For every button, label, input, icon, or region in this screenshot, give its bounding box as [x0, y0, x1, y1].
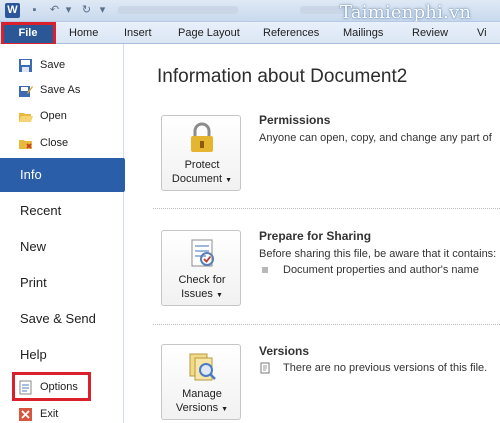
button-label-line1: Check for [178, 274, 226, 286]
word-app-icon[interactable]: W [5, 3, 20, 18]
tab-home[interactable]: Home [69, 22, 98, 44]
sidebar-item-recent[interactable]: Recent [0, 194, 124, 228]
tab-review[interactable]: Review [412, 22, 448, 44]
sharing-heading: Prepare for Sharing [259, 229, 372, 243]
button-label-line1: Protect [184, 159, 220, 171]
redo-icon[interactable]: ↻ [80, 4, 93, 17]
sidebar-item-help[interactable]: Help [0, 338, 124, 372]
save-icon [19, 59, 32, 72]
undo-icon[interactable]: ↶ [48, 4, 61, 17]
watermark: Taimienphi.vn [340, 2, 472, 23]
permissions-heading: Permissions [259, 113, 331, 127]
sidebar-item-label: Open [40, 110, 67, 122]
versions-heading: Versions [259, 344, 310, 358]
customize-qat-icon[interactable]: ▾ [96, 4, 109, 17]
checklist-icon [191, 239, 214, 267]
versions-icon [189, 353, 216, 381]
button-label-line1: Manage [182, 388, 222, 400]
sidebar-item-open[interactable]: Open [0, 103, 124, 129]
file-tab-highlight [1, 22, 56, 46]
sidebar-item-save-send[interactable]: Save & Send [0, 302, 124, 336]
check-for-issues-button[interactable]: Check for Issues ▼ [161, 230, 241, 306]
sharing-bullet-text: Document properties and author's name [283, 264, 479, 276]
sidebar-item-save[interactable]: Save [0, 52, 124, 78]
folder-close-icon [19, 140, 32, 149]
sidebar-item-close[interactable]: Close [0, 130, 124, 156]
lock-icon [191, 122, 213, 152]
tab-view[interactable]: Vi [477, 22, 487, 44]
manage-versions-button[interactable]: Manage Versions ▼ [161, 344, 241, 420]
sidebar-item-label: Close [40, 137, 69, 149]
save-icon[interactable]: ▪ [28, 4, 41, 17]
sidebar-item-label: Save As [40, 84, 81, 96]
versions-description: There are no previous versions of this f… [283, 362, 488, 374]
folder-open-icon [19, 113, 33, 122]
chevron-down-icon: ▼ [215, 292, 223, 299]
sidebar-item-info[interactable]: Info [0, 158, 135, 192]
sidebar-item-new[interactable]: New [0, 230, 124, 264]
sidebar-item-print[interactable]: Print [0, 266, 124, 300]
page-title: Information about Document2 [157, 66, 408, 87]
chevron-down-icon: ▼ [221, 406, 229, 413]
sidebar-item-label: Exit [40, 408, 59, 420]
protect-document-button[interactable]: Protect Document ▼ [161, 115, 241, 191]
info-panel: Information about Document2 Protect Docu… [125, 44, 500, 423]
chevron-down-icon: ▼ [225, 177, 233, 184]
sidebar-item-exit[interactable]: Exit [0, 401, 124, 423]
window-title [118, 6, 238, 14]
dropdown-icon[interactable]: ▾ [62, 4, 75, 17]
section-divider [153, 208, 500, 209]
bullet-icon [262, 267, 268, 273]
tab-mailings[interactable]: Mailings [343, 22, 383, 44]
sidebar-item-save-as[interactable]: Save As [0, 77, 124, 103]
backstage-sidebar: Save Save As Open Close Info Recent New … [0, 44, 135, 423]
button-label-line2: Document ▼ [171, 173, 233, 185]
sidebar-item-label: Save [40, 59, 66, 71]
section-divider [153, 324, 500, 325]
save-as-icon [19, 86, 33, 97]
document-icon [260, 362, 270, 374]
tab-insert[interactable]: Insert [124, 22, 152, 44]
button-label-line2: Versions ▼ [175, 402, 229, 414]
sharing-description: Before sharing this file, be aware that … [259, 248, 497, 260]
ribbon-tabs: File Home Insert Page Layout References … [0, 22, 500, 44]
permissions-description: Anyone can open, copy, and change any pa… [259, 132, 492, 144]
title-bar: W ▪ ↶ ▾ ↻ ▾ Taimienphi.vn [0, 0, 500, 23]
tab-references[interactable]: References [263, 22, 319, 44]
options-highlight [12, 372, 91, 401]
tab-page-layout[interactable]: Page Layout [178, 22, 240, 44]
exit-icon [19, 408, 32, 421]
button-label-line2: Issues ▼ [181, 288, 223, 300]
